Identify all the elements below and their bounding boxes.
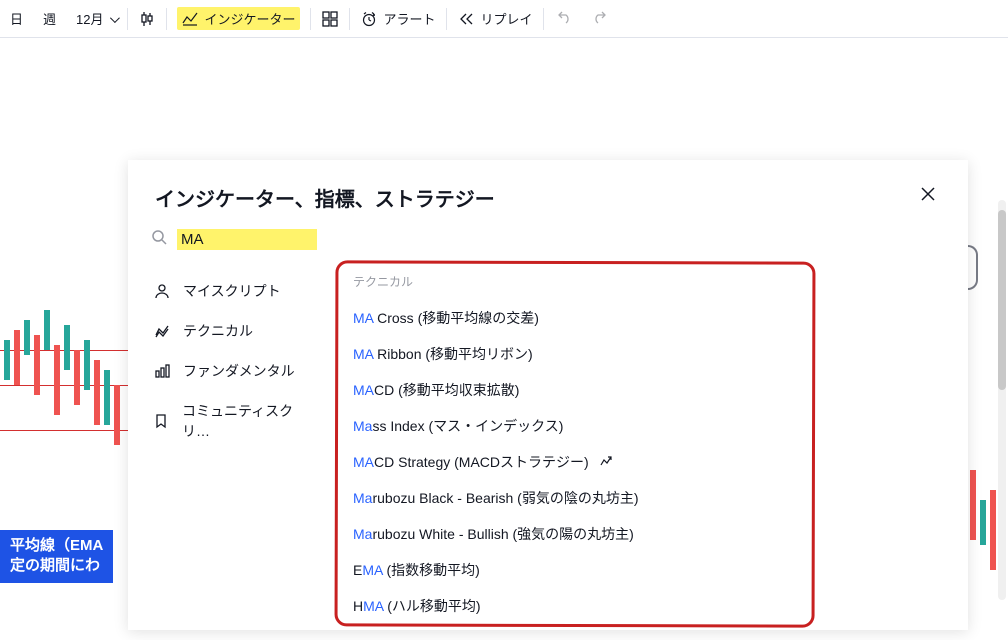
undo-button[interactable] bbox=[544, 0, 582, 37]
modal-header: インジケーター、指標、ストラテジー bbox=[129, 161, 967, 223]
search-icon bbox=[151, 229, 167, 250]
strategy-icon bbox=[599, 454, 613, 471]
rewind-icon bbox=[457, 10, 475, 28]
indicators-label: インジケーター bbox=[205, 9, 296, 28]
indicators-button[interactable]: インジケーター bbox=[167, 0, 310, 37]
right-scrollbar-thumb[interactable] bbox=[998, 210, 1006, 390]
result-text: Mass Index (マス・インデックス) bbox=[353, 416, 563, 436]
result-item[interactable]: HMA (ハル移動平均) bbox=[351, 588, 949, 624]
modal-results: テクニカル MA Cross (移動平均線の交差) MA Ribbon (移動平均… bbox=[329, 261, 967, 629]
category-label: マイスクリプト bbox=[183, 281, 281, 301]
bars-icon bbox=[153, 322, 171, 340]
timeframe-day-label: 日 bbox=[10, 9, 23, 28]
category-label: コミュニティスクリ… bbox=[182, 401, 313, 441]
alert-button[interactable]: アラート bbox=[350, 0, 446, 37]
candlestick-icon bbox=[138, 10, 156, 28]
bookmark-icon bbox=[153, 412, 170, 430]
indicators-modal: インジケーター、指標、ストラテジー マイスクリプトテクニカルファンダメンタルコミ… bbox=[128, 160, 968, 630]
replay-button[interactable]: リプレイ bbox=[447, 0, 543, 37]
close-icon bbox=[919, 185, 937, 203]
grid-layout-icon bbox=[321, 10, 339, 28]
candlestick-style-button[interactable] bbox=[128, 0, 166, 37]
bg-label-line2: 定の期間にわ bbox=[10, 557, 100, 574]
timeframe-month[interactable]: 12月 bbox=[66, 0, 126, 37]
user-icon bbox=[153, 282, 171, 300]
result-text: EMA (指数移動平均) bbox=[353, 560, 480, 580]
timeframe-day[interactable]: 日 bbox=[0, 0, 33, 37]
modal-title: インジケーター、指標、ストラテジー bbox=[155, 183, 495, 212]
result-item[interactable]: SMA (単純移動平均) bbox=[351, 624, 949, 629]
timeframe-week[interactable]: 週 bbox=[33, 0, 66, 37]
category-columns[interactable]: ファンダメンタル bbox=[145, 351, 321, 391]
result-item[interactable]: Marubozu White - Bullish (強気の陽の丸坊主) bbox=[351, 516, 949, 552]
timeframe-week-label: 週 bbox=[43, 9, 56, 28]
category-user[interactable]: マイスクリプト bbox=[145, 271, 321, 311]
result-text: MA Ribbon (移動平均リボン) bbox=[353, 344, 533, 364]
alert-clock-icon bbox=[360, 10, 378, 28]
background-ema-label: 平均線（EMA 定の期間にわ bbox=[0, 530, 113, 583]
replay-label: リプレイ bbox=[481, 9, 533, 28]
result-item[interactable]: Marubozu Black - Bearish (弱気の陰の丸坊主) bbox=[351, 480, 949, 516]
modal-category-list: マイスクリプトテクニカルファンダメンタルコミュニティスクリ… bbox=[129, 261, 329, 629]
alert-label: アラート bbox=[384, 9, 436, 28]
result-text: MACD (移動平均収束拡散) bbox=[353, 380, 519, 400]
result-text: HMA (ハル移動平均) bbox=[353, 596, 481, 616]
redo-button[interactable] bbox=[582, 0, 620, 37]
category-bookmark[interactable]: コミュニティスクリ… bbox=[145, 391, 321, 451]
result-item[interactable]: MACD Strategy (MACDストラテジー) bbox=[351, 444, 949, 480]
category-label: ファンダメンタル bbox=[183, 361, 295, 381]
result-item[interactable]: Mass Index (マス・インデックス) bbox=[351, 408, 949, 444]
indicators-icon bbox=[181, 10, 199, 28]
bg-label-line1: 平均線（EMA bbox=[10, 537, 103, 554]
result-text: MA Cross (移動平均線の交差) bbox=[353, 308, 539, 328]
indicator-search-input[interactable] bbox=[177, 229, 317, 250]
result-item[interactable]: MACD (移動平均収束拡散) bbox=[351, 372, 949, 408]
timeframe-month-label: 12月 bbox=[76, 9, 103, 28]
result-text: Marubozu White - Bullish (強気の陽の丸坊主) bbox=[353, 524, 634, 544]
results-list: MA Cross (移動平均線の交差) MA Ribbon (移動平均リボン) MA… bbox=[351, 300, 949, 629]
redo-icon bbox=[592, 10, 610, 28]
undo-icon bbox=[554, 10, 572, 28]
results-section-label: テクニカル bbox=[353, 273, 949, 290]
modal-body: マイスクリプトテクニカルファンダメンタルコミュニティスクリ… テクニカル MA … bbox=[129, 261, 967, 629]
modal-search-row bbox=[129, 223, 967, 261]
columns-icon bbox=[153, 362, 171, 380]
chevron-down-icon bbox=[110, 11, 117, 26]
top-toolbar: 日 週 12月 インジケーター bbox=[0, 0, 1008, 38]
result-item[interactable]: EMA (指数移動平均) bbox=[351, 552, 949, 588]
modal-close-button[interactable] bbox=[915, 181, 941, 213]
category-bars[interactable]: テクニカル bbox=[145, 311, 321, 351]
category-label: テクニカル bbox=[183, 321, 253, 341]
result-item[interactable]: MA Cross (移動平均線の交差) bbox=[351, 300, 949, 336]
result-item[interactable]: MA Ribbon (移動平均リボン) bbox=[351, 336, 949, 372]
result-text: MACD Strategy (MACDストラテジー) bbox=[353, 452, 589, 472]
layouts-button[interactable] bbox=[311, 0, 349, 37]
result-text: Marubozu Black - Bearish (弱気の陰の丸坊主) bbox=[353, 488, 639, 508]
